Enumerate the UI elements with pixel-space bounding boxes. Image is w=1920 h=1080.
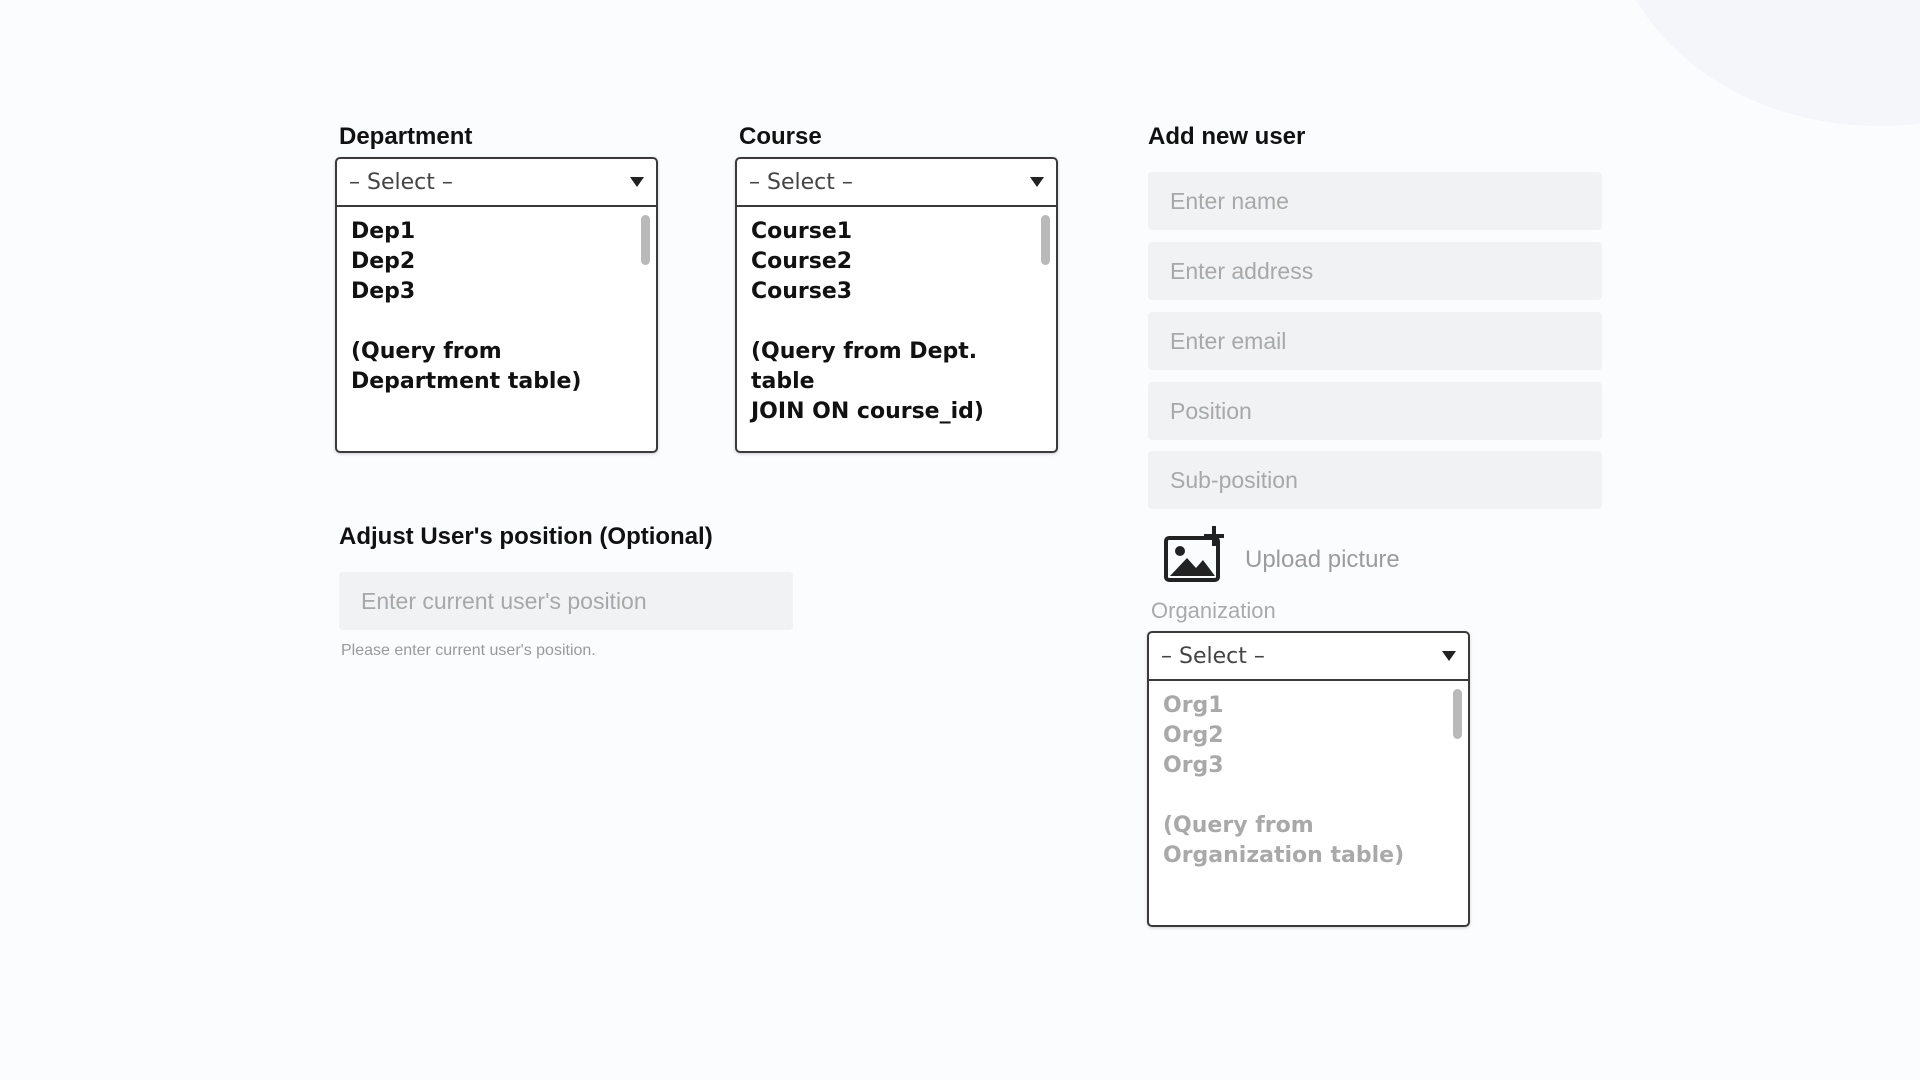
department-selected-value: – Select – (349, 169, 453, 195)
organization-note-line: Organization table) (1163, 843, 1405, 868)
list-item[interactable]: Dep2 (351, 247, 642, 277)
list-item[interactable]: Course2 (751, 247, 1042, 277)
department-query-note: (Query from Department table) (351, 337, 642, 397)
department-options-list[interactable]: Dep1 Dep2 Dep3 (Query from Department ta… (337, 207, 656, 451)
list-item[interactable]: Dep3 (351, 277, 642, 307)
course-label: Course (739, 123, 822, 150)
organization-options-list[interactable]: Org1 Org2 Org3 (Query from Organization … (1149, 681, 1468, 925)
course-query-note: (Query from Dept. table JOIN ON course_i… (751, 337, 1042, 427)
course-note-line: JOIN ON course_id) (751, 399, 984, 424)
upload-picture-label: Upload picture (1245, 546, 1400, 573)
list-item[interactable]: Course3 (751, 277, 1042, 307)
department-note-line: Department table) (351, 369, 582, 394)
current-position-helper: Please enter current user's position. (341, 642, 596, 659)
course-options-list[interactable]: Course1 Course2 Course3 (Query from Dept… (737, 207, 1056, 451)
list-item[interactable]: Org1 (1163, 691, 1454, 721)
organization-scrollbar[interactable] (1453, 689, 1462, 739)
add-user-label: Add new user (1148, 123, 1306, 150)
department-dropdown[interactable]: – Select – Dep1 Dep2 Dep3 (Query from De… (335, 157, 658, 453)
department-note-line: (Query from (351, 339, 502, 364)
list-item[interactable]: Org3 (1163, 751, 1454, 781)
department-label: Department (339, 123, 473, 150)
chevron-down-icon[interactable] (1030, 177, 1044, 187)
subposition-input[interactable] (1148, 451, 1602, 509)
list-item[interactable]: Dep1 (351, 217, 642, 247)
list-item[interactable]: Org2 (1163, 721, 1454, 751)
current-position-input[interactable] (339, 572, 793, 630)
department-scrollbar[interactable] (641, 215, 650, 265)
organization-select-header[interactable]: – Select – (1149, 633, 1468, 681)
course-scrollbar[interactable] (1041, 215, 1050, 265)
course-dropdown[interactable]: – Select – Course1 Course2 Course3 (Quer… (735, 157, 1058, 453)
course-selected-value: – Select – (749, 169, 853, 195)
chevron-down-icon[interactable] (1442, 651, 1456, 661)
course-select-header[interactable]: – Select – (737, 159, 1056, 207)
background-decoration (1587, 0, 1920, 180)
department-select-header[interactable]: – Select – (337, 159, 656, 207)
email-input[interactable] (1148, 312, 1602, 370)
upload-picture-button[interactable]: Upload picture (1163, 524, 1400, 584)
chevron-down-icon[interactable] (630, 177, 644, 187)
name-input[interactable] (1148, 172, 1602, 230)
adjust-position-label: Adjust User's position (Optional) (339, 523, 713, 550)
list-item[interactable]: Course1 (751, 217, 1042, 247)
course-note-line: (Query from Dept. table (751, 339, 978, 394)
organization-selected-value: – Select – (1161, 643, 1265, 669)
organization-label: Organization (1151, 598, 1276, 623)
organization-query-note: (Query from Organization table) (1163, 811, 1454, 871)
position-input[interactable] (1148, 382, 1602, 440)
add-image-icon[interactable] (1163, 524, 1231, 584)
address-input[interactable] (1148, 242, 1602, 300)
organization-note-line: (Query from (1163, 813, 1314, 838)
organization-dropdown[interactable]: – Select – Org1 Org2 Org3 (Query from Or… (1147, 631, 1470, 927)
